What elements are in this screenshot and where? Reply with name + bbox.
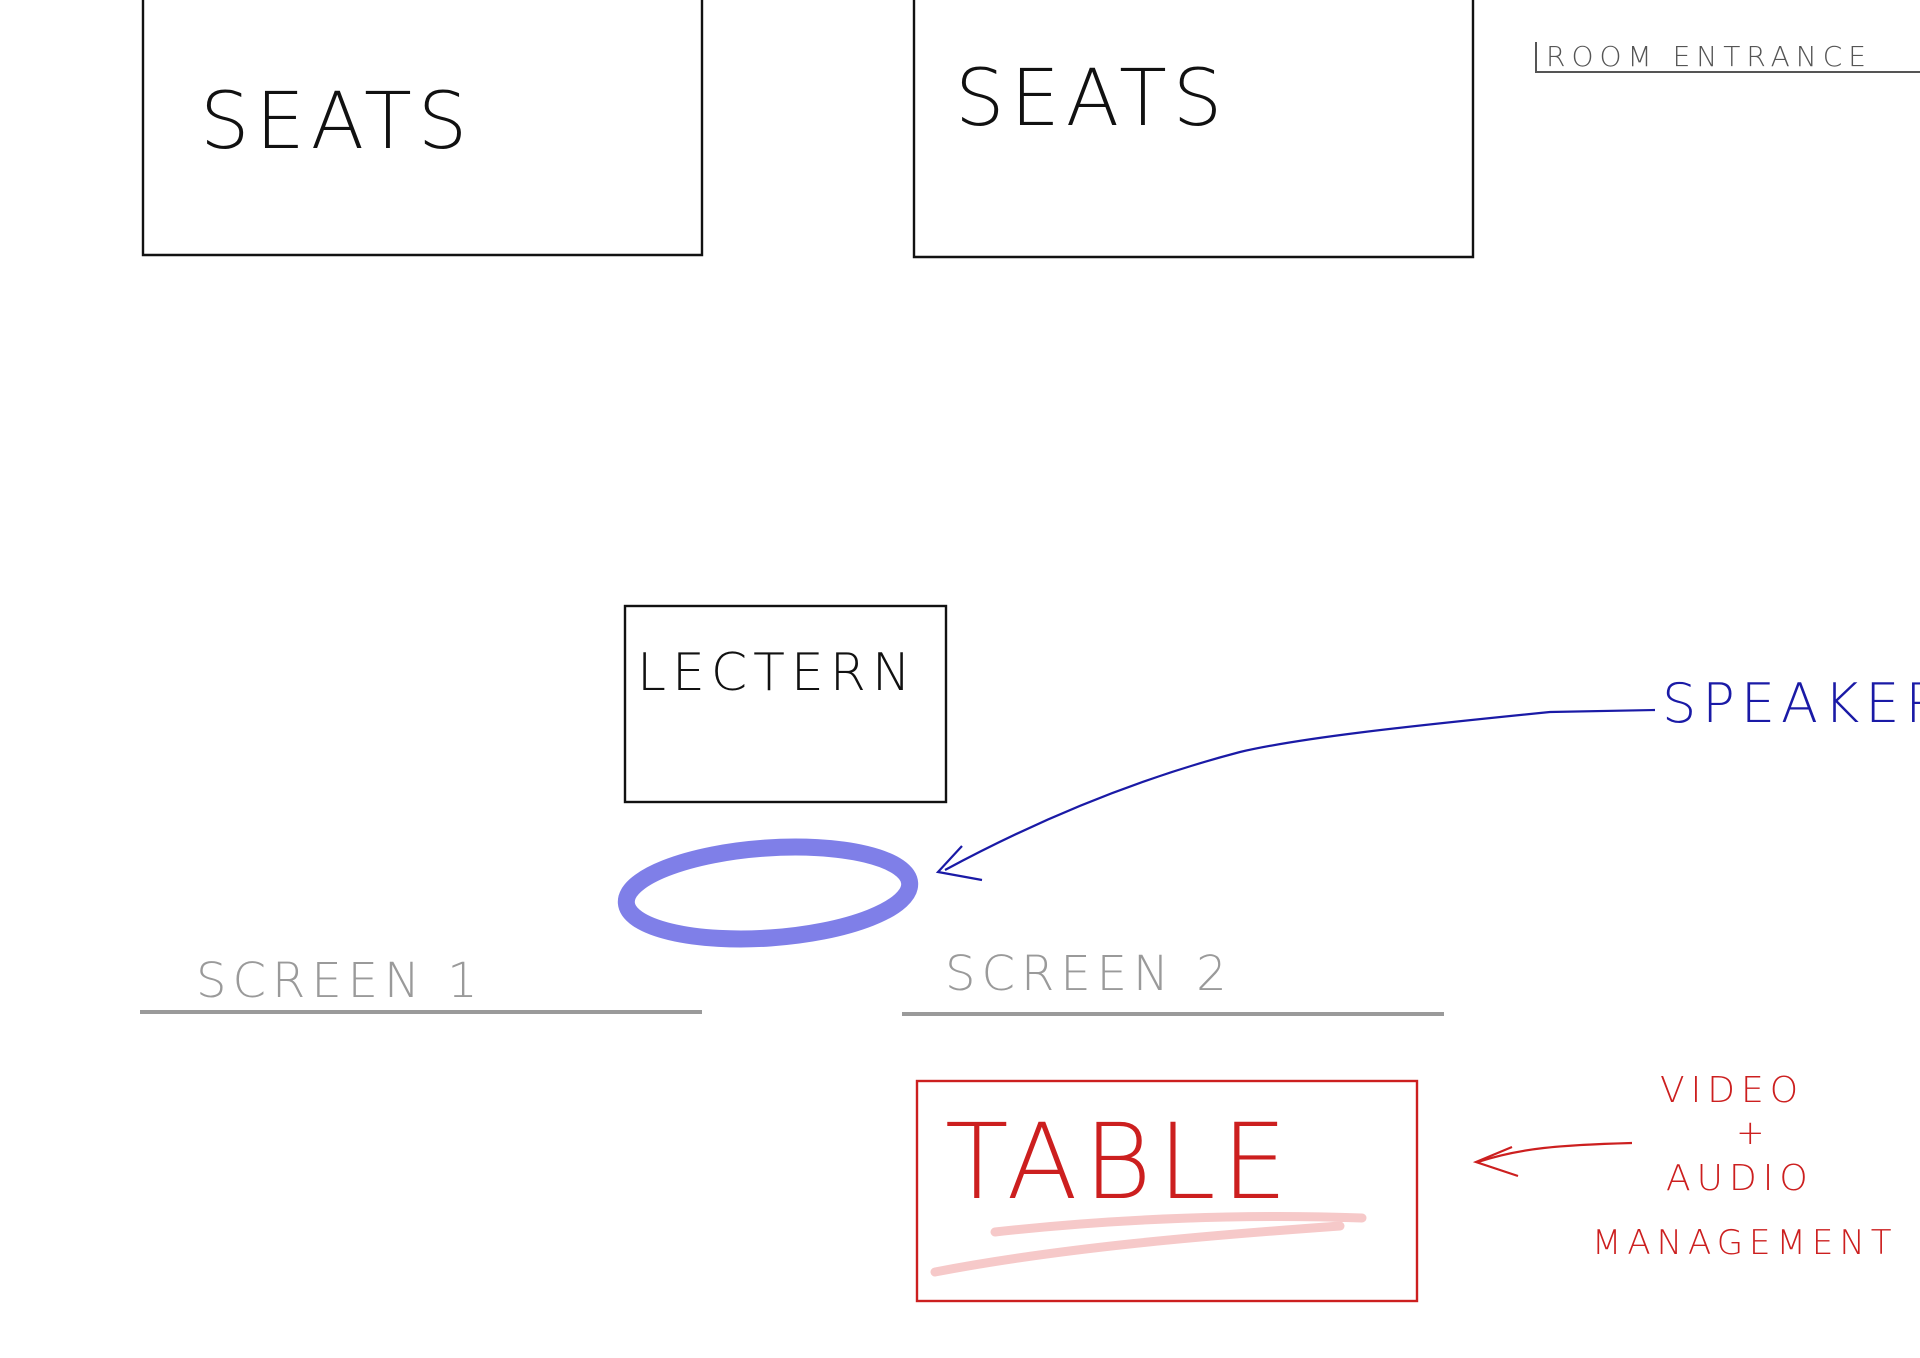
table-underline-highlight bbox=[930, 1212, 1367, 1277]
lectern-outline bbox=[623, 604, 948, 804]
speaker-annotation: SPEAKER bbox=[935, 672, 1920, 882]
screen-1-label: SCREEN 1 bbox=[196, 953, 484, 1009]
room-entrance-marker: ROOM ENTRANCE bbox=[1535, 40, 1920, 73]
room-layout-diagram: SEATS SEATS ROOM ENTRANCE LECTERN SPEAKE… bbox=[140, 0, 1920, 1303]
speaker-position-marker bbox=[617, 838, 919, 948]
lectern-block: LECTERN bbox=[623, 604, 948, 804]
lectern-label: LECTERN bbox=[637, 643, 917, 703]
seats-left-block: SEATS bbox=[141, 0, 704, 257]
table-label: TABLE bbox=[945, 1101, 1293, 1223]
speaker-label: SPEAKER bbox=[1662, 672, 1920, 735]
speaker-arrow-line bbox=[944, 708, 1656, 871]
screen-2-block: SCREEN 2 bbox=[902, 946, 1444, 1016]
av-audio-label: AUDIO bbox=[1666, 1158, 1814, 1199]
seats-left-label: SEATS bbox=[200, 77, 473, 167]
room-entrance-label: ROOM ENTRANCE bbox=[1546, 40, 1872, 73]
seats-right-label: SEATS bbox=[955, 54, 1228, 144]
seats-right-block: SEATS bbox=[912, 0, 1475, 259]
screen-2-label: SCREEN 2 bbox=[945, 946, 1233, 1002]
av-video-label: VIDEO bbox=[1660, 1070, 1804, 1111]
av-management-annotation: VIDEO + AUDIO MANAGEMENT bbox=[1472, 1070, 1898, 1263]
screen-1-block: SCREEN 1 bbox=[140, 953, 702, 1014]
av-plus-label: + bbox=[1736, 1113, 1771, 1153]
table-block: TABLE bbox=[915, 1079, 1419, 1303]
av-management-label: MANAGEMENT bbox=[1592, 1223, 1898, 1263]
